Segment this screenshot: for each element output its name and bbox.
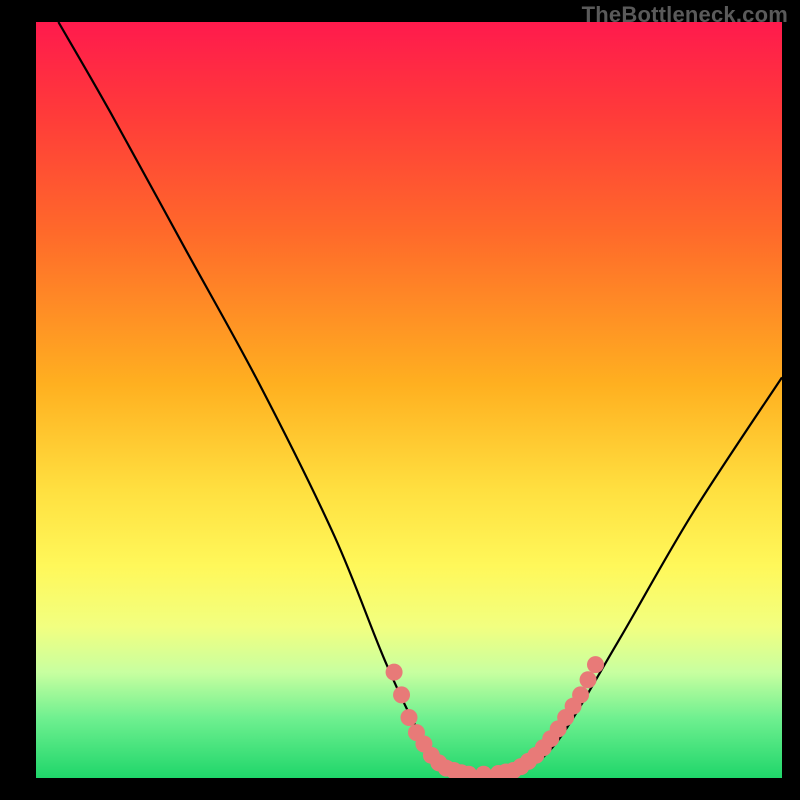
marker-dot: [401, 709, 418, 726]
marker-dot: [587, 656, 604, 673]
highlight-markers: [386, 656, 604, 778]
bottleneck-curve: [58, 22, 782, 775]
watermark-text: TheBottleneck.com: [582, 2, 788, 28]
marker-dot: [393, 686, 410, 703]
marker-dot: [386, 664, 403, 681]
marker-dot: [572, 686, 589, 703]
marker-dot: [580, 671, 597, 688]
chart-svg: [36, 22, 782, 778]
marker-dot: [475, 766, 492, 778]
chart-frame: TheBottleneck.com: [0, 0, 800, 800]
plot-area: [36, 22, 782, 778]
